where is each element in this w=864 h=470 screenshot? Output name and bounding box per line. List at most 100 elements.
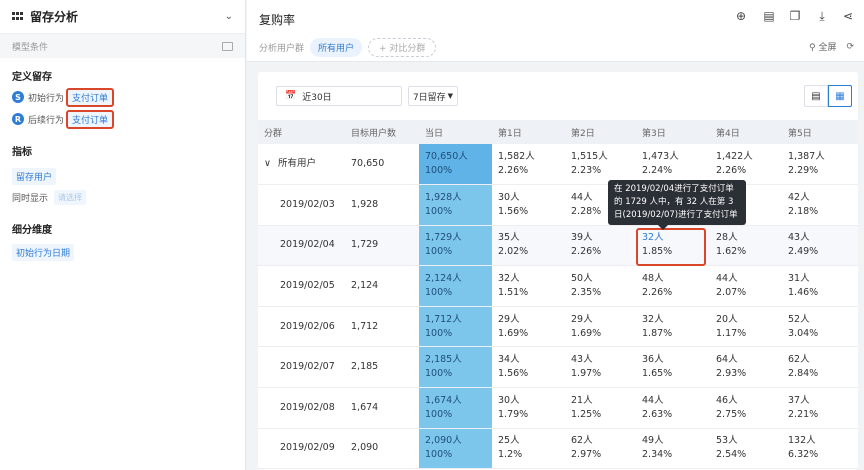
retention-count: 20人 xyxy=(716,313,738,325)
retention-cell[interactable]: 34人 1.56% xyxy=(492,346,565,389)
segment-label: 2019/02/09 xyxy=(280,442,335,454)
model-condition-label: 模型条件 xyxy=(12,42,49,53)
retention-rate: 2.26% xyxy=(642,287,673,299)
retention-cell[interactable]: 2,185人 100% xyxy=(419,346,492,389)
retention-cell[interactable]: 70,650人 100% xyxy=(419,144,492,186)
retention-cell[interactable]: 29人 1.69% xyxy=(565,306,636,348)
retention-cell[interactable]: 32人 1.87% xyxy=(636,306,710,348)
retention-cell[interactable]: 32人 1.51% xyxy=(492,265,565,307)
fullscreen-button[interactable]: ⚲ 全屏 xyxy=(809,40,836,53)
save-as-icon[interactable]: ❐ xyxy=(788,9,802,23)
segment-cell: 2019/02/09 xyxy=(258,428,345,470)
retention-cell[interactable]: 1,515人 2.23% xyxy=(565,144,636,186)
retention-count: 2,090人 xyxy=(425,435,462,447)
target-users-cell: 70,650 xyxy=(345,144,419,186)
retention-cell[interactable]: 1,674人 100% xyxy=(419,387,492,429)
retention-cell[interactable]: 37人 2.21% xyxy=(782,387,858,429)
retention-cell[interactable]: 1,729人 100% xyxy=(419,225,492,267)
share-icon[interactable]: ⋖ xyxy=(841,9,855,23)
retention-cell[interactable]: 1,422人 2.26% xyxy=(710,144,782,186)
retention-cell[interactable]: 49人 2.34% xyxy=(636,428,710,470)
date-range-picker[interactable]: 📅 近30日 xyxy=(276,86,402,106)
segment-all-users[interactable]: 所有用户 xyxy=(310,38,363,57)
retention-rate: 1.79% xyxy=(498,408,529,420)
retention-cell[interactable]: 1,473人 2.24% xyxy=(636,144,710,186)
retention-cell[interactable]: 39人 2.26% xyxy=(565,225,636,267)
initial-event-select[interactable]: 支付订单 xyxy=(66,87,115,107)
panel-title: 留存分析 xyxy=(30,10,79,24)
chevron-down-icon[interactable]: ⌄ xyxy=(225,11,233,22)
retention-cell[interactable]: 28人 1.62% xyxy=(710,225,782,267)
retention-cell[interactable]: 2,090人 100% xyxy=(419,428,492,470)
save-icon[interactable]: ▤ xyxy=(762,9,776,23)
expand-icon[interactable]: ∨ xyxy=(264,158,274,169)
retention-rate: 1.56% xyxy=(498,205,529,217)
retention-cell[interactable]: 1,582人 2.26% xyxy=(492,144,565,186)
retention-cell[interactable]: 1,928人 100% xyxy=(419,184,492,226)
retention-cell[interactable]: 52人 3.04% xyxy=(782,306,858,348)
initial-badge: S xyxy=(12,91,24,103)
followup-event-select[interactable]: 支付订单 xyxy=(66,109,115,129)
retention-rate: 2.21% xyxy=(788,408,819,420)
retention-cell[interactable]: 36人 1.65% xyxy=(636,346,710,389)
retention-count: 36人 xyxy=(642,354,664,366)
retention-cell[interactable]: 35人 2.02% xyxy=(492,225,565,267)
retention-cell[interactable]: 2,124人 100% xyxy=(419,265,492,307)
retention-cell[interactable]: 44人 2.07% xyxy=(710,265,782,307)
retention-cell[interactable]: 21人 1.25% xyxy=(565,387,636,429)
refresh-icon[interactable]: ⟳ xyxy=(846,42,854,52)
chart-view-button[interactable]: ▤ xyxy=(804,85,828,107)
also-show-row: 同时显示 请选择 xyxy=(0,187,245,207)
retention-rate: 2.26% xyxy=(571,246,602,258)
retention-count: 70,650人 xyxy=(425,151,468,163)
retention-cell[interactable]: 20人 1.17% xyxy=(710,306,782,348)
retention-rate: 100% xyxy=(425,165,453,177)
retention-table: 分群 目标用户数 当日 第1日 第2日 第3日 第4日 第5日 ∨ 所有用户 70… xyxy=(258,120,858,470)
also-show-select[interactable]: 请选择 xyxy=(54,189,87,205)
model-condition-bar: 模型条件 xyxy=(0,34,245,58)
retention-count: 43人 xyxy=(571,354,593,366)
retention-cell[interactable]: 48人 2.26% xyxy=(636,265,710,307)
retention-cell[interactable]: 132人 6.32% xyxy=(782,428,858,470)
dimension-select[interactable]: 初始行为日期 xyxy=(12,244,75,261)
retention-cell[interactable]: 30人 1.56% xyxy=(492,184,565,226)
table-view-button[interactable]: ▦ xyxy=(828,85,852,107)
retention-count: 34人 xyxy=(498,354,520,366)
retention-cell[interactable]: 43人 1.97% xyxy=(565,346,636,389)
retention-cell[interactable]: 62人 2.84% xyxy=(782,346,858,389)
add-circle-icon[interactable]: ⊕ xyxy=(734,9,748,23)
retention-cell[interactable]: 62人 2.97% xyxy=(565,428,636,470)
retention-count: 1,422人 xyxy=(716,151,753,163)
retention-cell[interactable]: 1,712人 100% xyxy=(419,306,492,348)
retention-cell[interactable]: 30人 1.79% xyxy=(492,387,565,429)
retention-cell[interactable]: 44人 2.63% xyxy=(636,387,710,429)
retention-cell[interactable]: 43人 2.49% xyxy=(782,225,858,267)
download-icon[interactable]: ⤓ xyxy=(815,9,829,23)
retention-cell[interactable]: 1,387人 2.29% xyxy=(782,144,858,186)
retention-cell[interactable]: 64人 2.93% xyxy=(710,346,782,389)
table-header-row: 分群 目标用户数 当日 第1日 第2日 第3日 第4日 第5日 xyxy=(258,120,858,144)
retention-rate: 1.17% xyxy=(716,327,747,339)
edit-icon[interactable] xyxy=(222,41,233,51)
retention-cell[interactable]: 25人 1.2% xyxy=(492,428,565,470)
retention-cell[interactable]: 42人 2.18% xyxy=(782,184,858,226)
retention-cell[interactable]: 31人 1.46% xyxy=(782,265,858,307)
retention-cell[interactable]: 50人 2.35% xyxy=(565,265,636,307)
retention-period-select[interactable]: 7日留存 ▼ xyxy=(408,86,458,106)
tooltip-line: 在 2019/02/04进行了支付订单 xyxy=(614,184,734,194)
retention-cell[interactable]: 53人 2.54% xyxy=(710,428,782,470)
retention-cell[interactable]: 29人 1.69% xyxy=(492,306,565,348)
segment-cell[interactable]: ∨ 所有用户 xyxy=(258,144,345,186)
target-users-cell: 2,185 xyxy=(345,346,419,389)
compare-segment-button[interactable]: + 对比分群 xyxy=(368,38,437,57)
table-row: 2019/02/09 2,090 2,090人 100% 25人 1.2% 62人 2.97%… xyxy=(258,428,858,470)
col-header: 分群 xyxy=(258,120,345,144)
retention-cell[interactable]: 46人 2.75% xyxy=(710,387,782,429)
bar-chart-icon: ▤ xyxy=(811,90,821,102)
retention-rate: 2.35% xyxy=(571,287,602,299)
retention-period-value: 7日留存 xyxy=(412,92,446,103)
table-icon: ▦ xyxy=(835,90,845,102)
metric-select[interactable]: 留存用户 xyxy=(12,168,57,185)
retention-count: 49人 xyxy=(642,435,664,447)
retention-rate: 2.63% xyxy=(642,408,673,420)
